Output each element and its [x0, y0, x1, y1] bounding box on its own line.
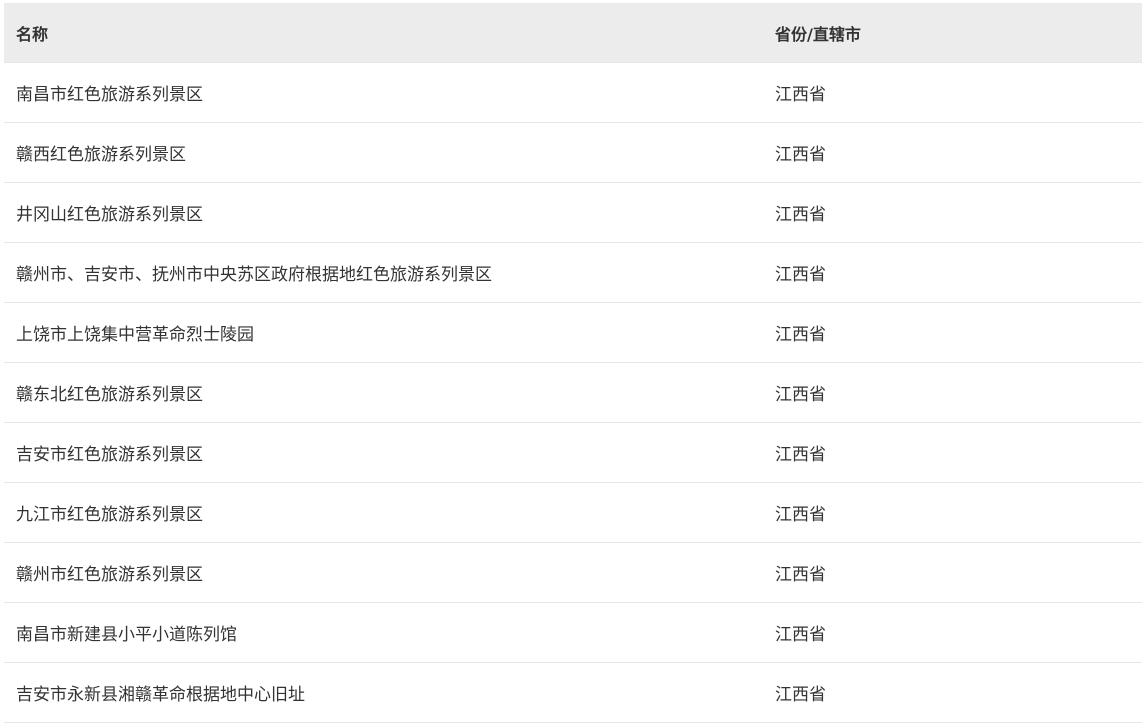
cell-province: 江西省 — [763, 662, 1142, 723]
table-row: 南昌市红色旅游系列景区 江西省 — [4, 62, 1142, 123]
cell-name: 井冈山红色旅游系列景区 — [4, 182, 763, 243]
table-row: 吉安市永新县湘赣革命根据地中心旧址 江西省 — [4, 662, 1142, 723]
table-row: 井冈山红色旅游系列景区 江西省 — [4, 182, 1142, 243]
cell-province: 江西省 — [763, 422, 1142, 483]
scenic-area-table: 名称 省份/直辖市 南昌市红色旅游系列景区 江西省 赣西红色旅游系列景区 江西省… — [4, 3, 1142, 723]
header-row: 名称 省份/直辖市 — [4, 3, 1142, 63]
table-row: 赣西红色旅游系列景区 江西省 — [4, 122, 1142, 183]
cell-province: 江西省 — [763, 362, 1142, 423]
column-header-province: 省份/直辖市 — [775, 24, 861, 44]
table-row: 赣州市红色旅游系列景区 江西省 — [4, 542, 1142, 603]
cell-province: 江西省 — [763, 482, 1142, 543]
cell-name: 吉安市红色旅游系列景区 — [4, 422, 763, 483]
cell-name: 南昌市红色旅游系列景区 — [4, 62, 763, 123]
cell-name: 九江市红色旅游系列景区 — [4, 482, 763, 543]
cell-name: 赣州市、吉安市、抚州市中央苏区政府根据地红色旅游系列景区 — [4, 242, 763, 303]
cell-name: 南昌市新建县小平小道陈列馆 — [4, 602, 763, 663]
cell-province: 江西省 — [763, 62, 1142, 123]
cell-name: 赣东北红色旅游系列景区 — [4, 362, 763, 423]
table-row: 赣州市、吉安市、抚州市中央苏区政府根据地红色旅游系列景区 江西省 — [4, 242, 1142, 303]
cell-name: 赣西红色旅游系列景区 — [4, 122, 763, 183]
table-row: 吉安市红色旅游系列景区 江西省 — [4, 422, 1142, 483]
table-row: 上饶市上饶集中营革命烈士陵园 江西省 — [4, 302, 1142, 363]
cell-province: 江西省 — [763, 122, 1142, 183]
table-body: 南昌市红色旅游系列景区 江西省 赣西红色旅游系列景区 江西省 井冈山红色旅游系列… — [4, 62, 1142, 723]
table-row: 赣东北红色旅游系列景区 江西省 — [4, 362, 1142, 423]
column-header-name: 名称 — [16, 24, 49, 44]
cell-province: 江西省 — [763, 182, 1142, 243]
table-header: 名称 省份/直辖市 — [4, 3, 1142, 63]
cell-province: 江西省 — [763, 242, 1142, 303]
cell-province: 江西省 — [763, 542, 1142, 603]
cell-province: 江西省 — [763, 302, 1142, 363]
cell-province: 江西省 — [763, 602, 1142, 663]
cell-name: 赣州市红色旅游系列景区 — [4, 542, 763, 603]
table-row: 九江市红色旅游系列景区 江西省 — [4, 482, 1142, 543]
scenic-area-table-container: 名称 省份/直辖市 南昌市红色旅游系列景区 江西省 赣西红色旅游系列景区 江西省… — [4, 3, 1142, 723]
cell-name: 吉安市永新县湘赣革命根据地中心旧址 — [4, 662, 763, 723]
cell-name: 上饶市上饶集中营革命烈士陵园 — [4, 302, 763, 363]
table-row: 南昌市新建县小平小道陈列馆 江西省 — [4, 602, 1142, 663]
